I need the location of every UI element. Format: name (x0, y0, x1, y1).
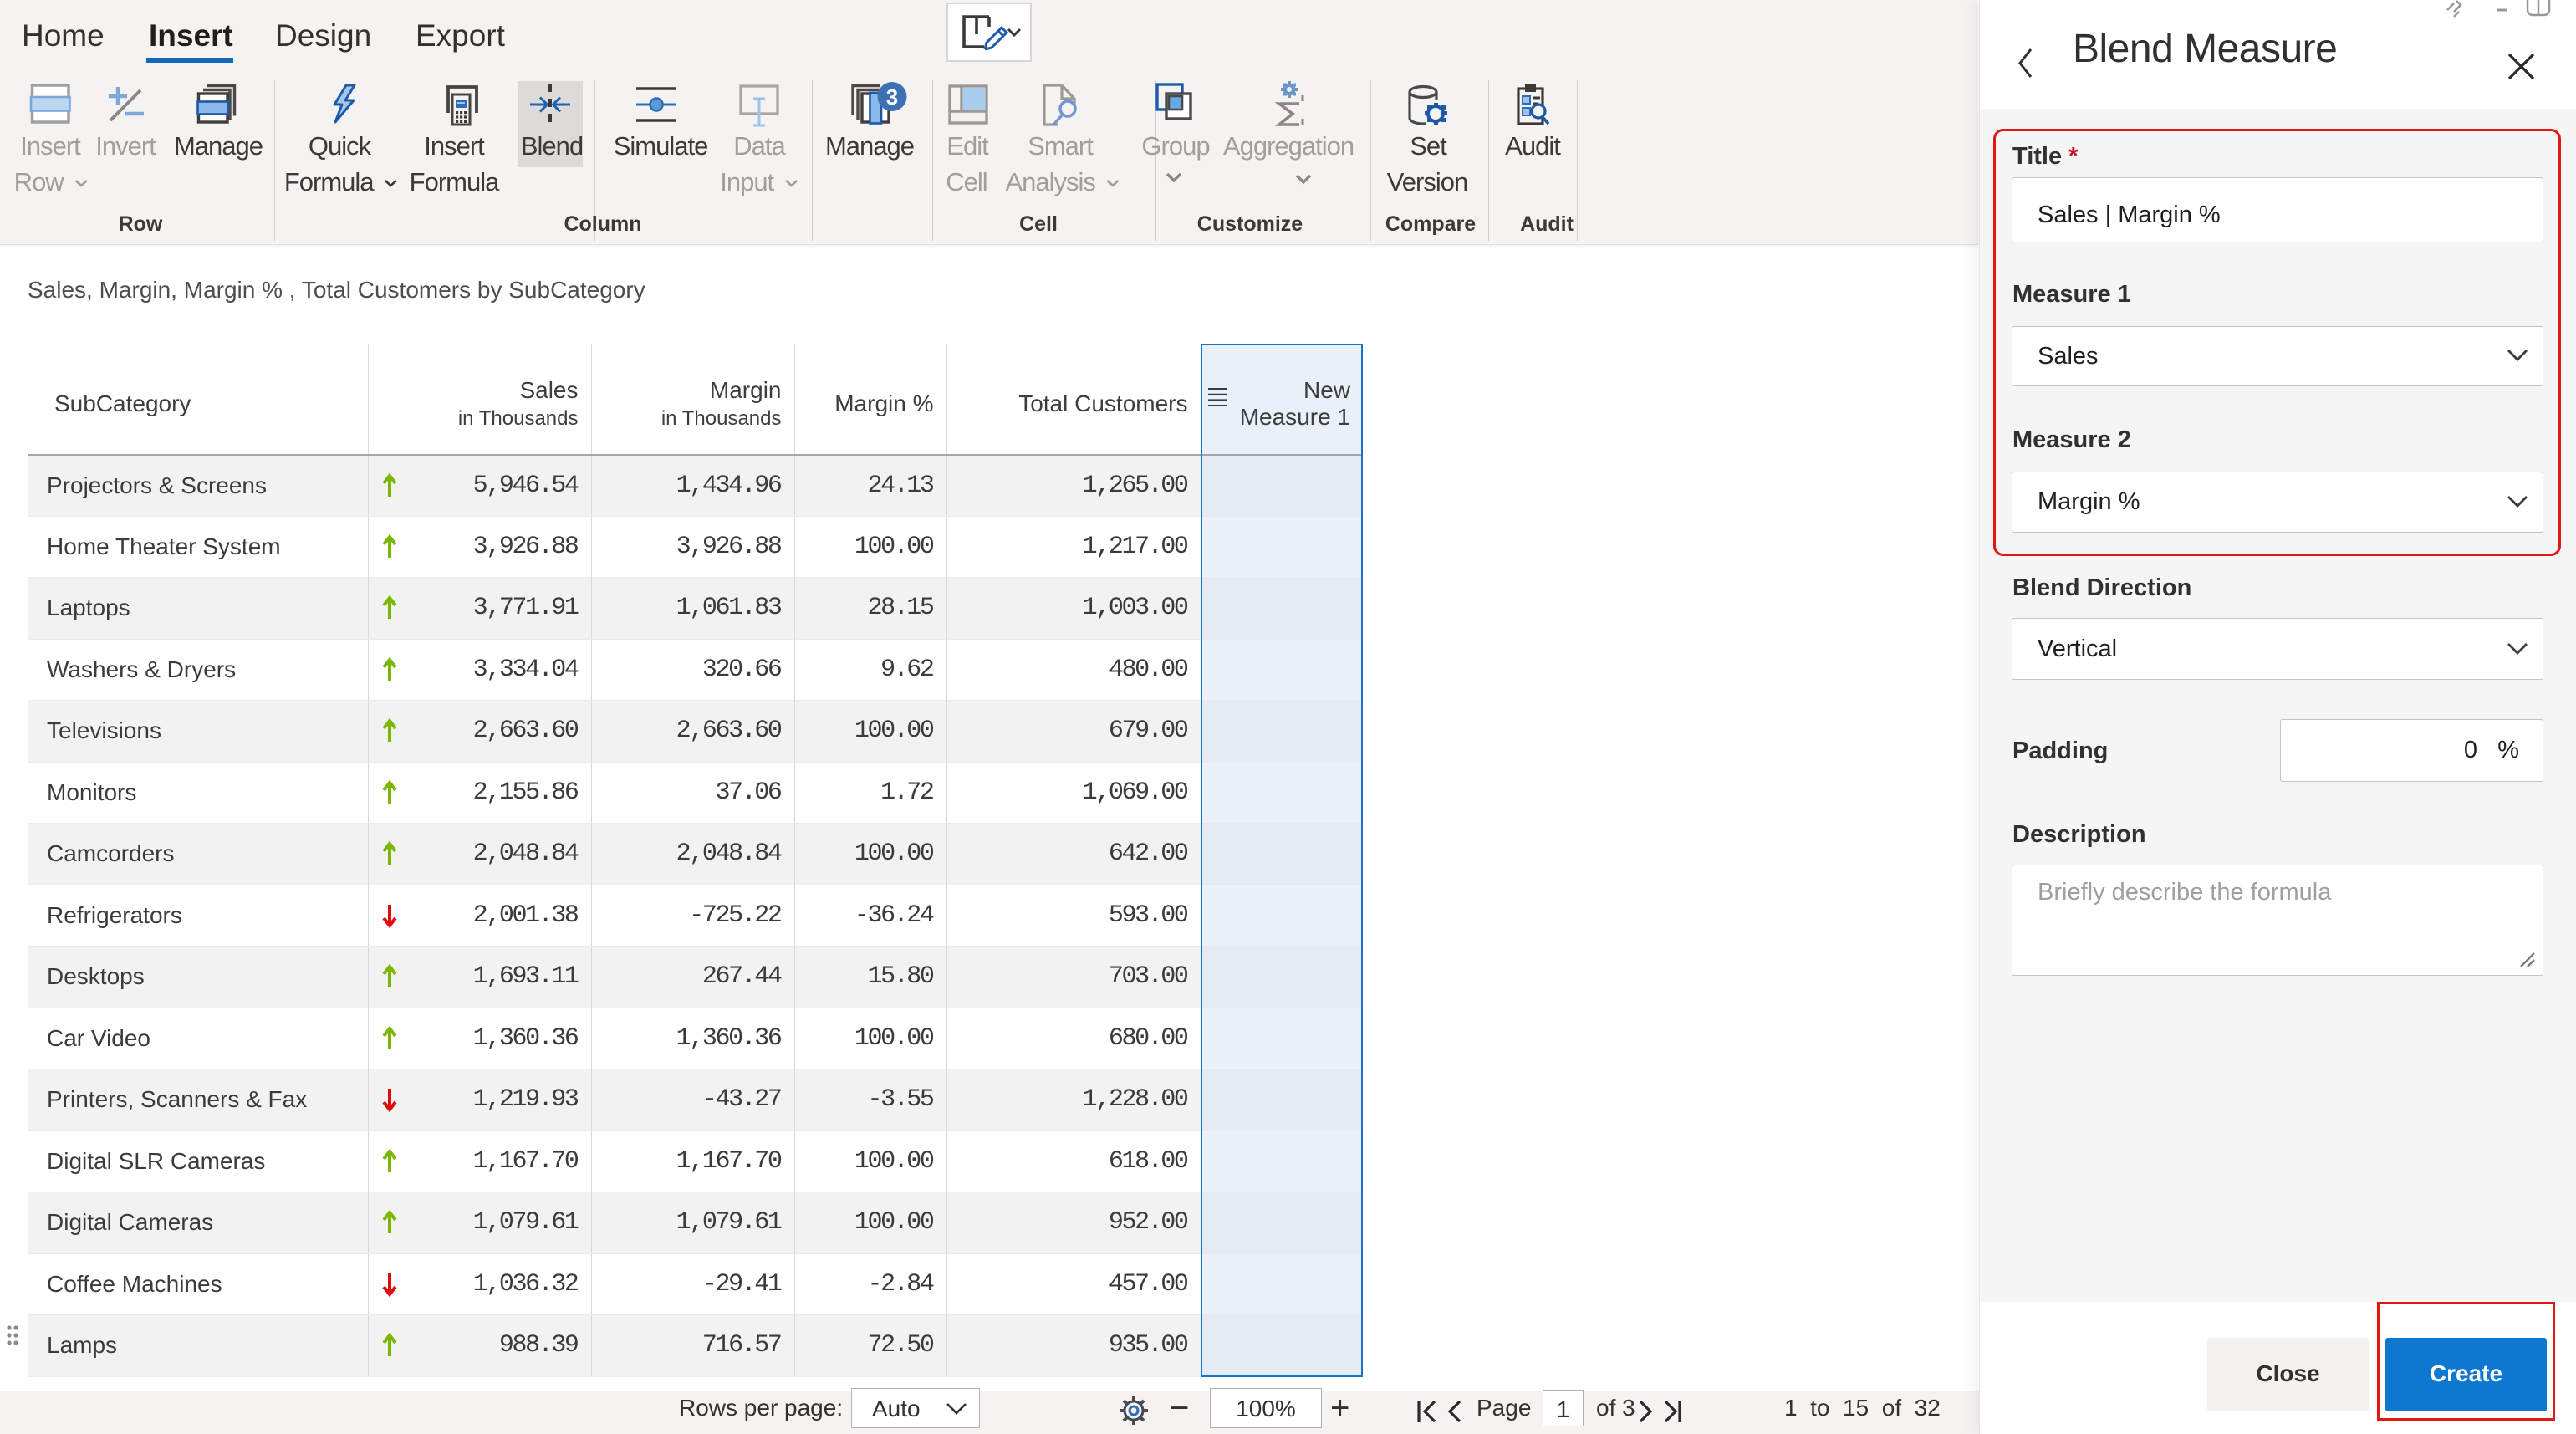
svg-text:3: 3 (886, 84, 898, 110)
